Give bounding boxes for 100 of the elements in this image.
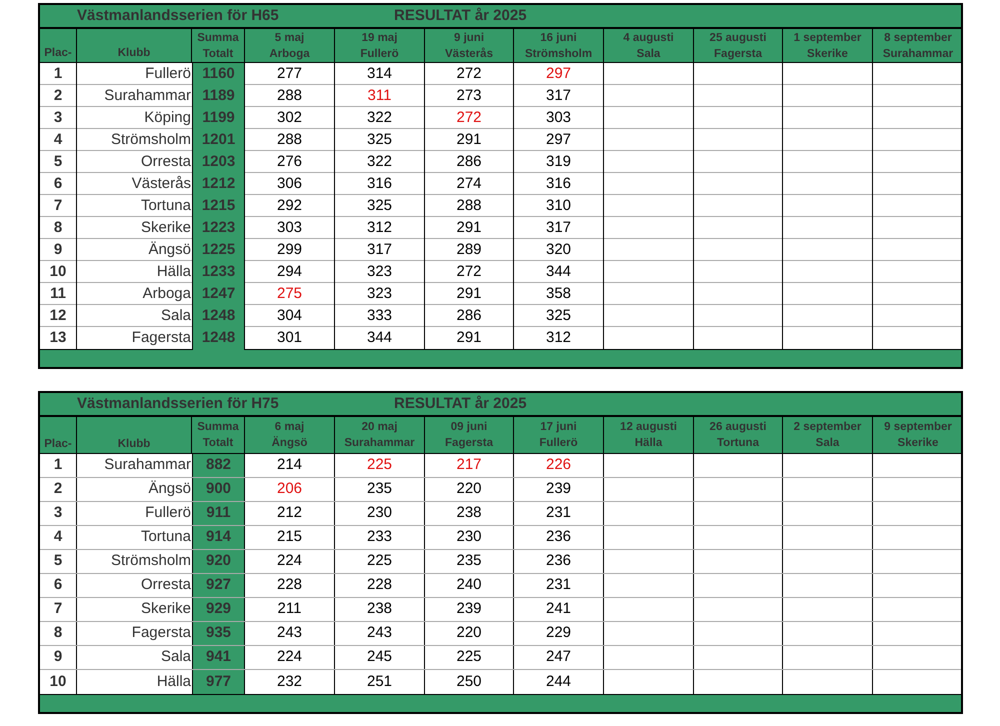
place-number: 10: [50, 262, 66, 282]
total-score: 1225: [202, 240, 236, 260]
round-venue: Tortuna: [717, 436, 759, 451]
round-score: 325: [366, 130, 392, 150]
round-venue: Fagersta: [714, 46, 762, 62]
round-score: 277: [276, 64, 302, 84]
table-subtitle: RESULTAT år 2025: [394, 6, 527, 26]
place-number: 10: [50, 672, 66, 692]
round-score: 225: [366, 455, 392, 476]
round-score: 212: [276, 503, 302, 524]
round-score: 238: [366, 599, 392, 620]
round-venue: Fullerö: [360, 46, 399, 62]
place-number: 9: [54, 647, 62, 668]
place-number: 3: [54, 503, 62, 524]
round-date: 20 maj: [362, 420, 398, 435]
round-score: 244: [546, 672, 572, 692]
total-score: 1233: [202, 262, 236, 282]
column-header: Klubb: [118, 437, 150, 452]
round-score: 243: [366, 623, 392, 644]
round-score: 231: [546, 575, 572, 596]
round-score: 311: [368, 86, 392, 106]
total-score: 941: [206, 647, 232, 668]
round-score: 225: [456, 647, 482, 668]
round-score: 228: [276, 575, 302, 596]
round-score: 272: [456, 64, 482, 84]
round-date: 9 september: [884, 420, 952, 435]
round-score: 275: [276, 284, 302, 304]
round-score: 288: [456, 196, 482, 216]
round-score: 303: [546, 108, 572, 128]
round-score: 310: [546, 196, 572, 216]
total-score: 929: [206, 599, 232, 620]
place-number: 3: [54, 108, 62, 128]
place-number: 2: [54, 86, 62, 106]
club-name: Västerås: [132, 174, 191, 194]
round-date: 2 september: [794, 420, 862, 435]
round-score: 344: [546, 262, 572, 282]
place-number: 4: [54, 527, 62, 548]
place-number: 1: [54, 455, 62, 476]
club-name: Arboga: [142, 284, 191, 304]
round-score: 323: [366, 262, 392, 282]
round-score: 302: [276, 108, 302, 128]
round-score: 220: [456, 623, 482, 644]
round-score: 304: [276, 306, 302, 326]
place-number: 7: [54, 196, 62, 216]
place-number: 13: [50, 328, 66, 348]
round-score: 316: [546, 174, 572, 194]
round-score: 317: [546, 86, 572, 106]
round-score: 299: [276, 240, 302, 260]
round-score: 325: [546, 306, 572, 326]
round-score: 272: [456, 108, 482, 128]
round-score: 291: [456, 328, 482, 348]
round-score: 238: [456, 503, 482, 524]
column-header: Plac-: [44, 437, 72, 452]
place-number: 12: [50, 306, 66, 326]
round-score: 288: [276, 86, 302, 106]
total-score: 1199: [202, 108, 235, 128]
round-venue: Sala: [816, 436, 840, 451]
round-score: 245: [366, 647, 392, 668]
round-score: 217: [456, 455, 482, 476]
total-score: 920: [206, 551, 232, 572]
total-score: 1248: [202, 328, 236, 348]
round-score: 286: [456, 152, 482, 172]
round-score: 229: [546, 623, 572, 644]
round-score: 235: [366, 479, 392, 500]
round-date: 1 september: [794, 30, 862, 46]
round-date: 12 augusti: [620, 420, 677, 435]
club-name: Tortuna: [140, 527, 191, 548]
round-score: 236: [546, 551, 572, 572]
round-score: 206: [276, 479, 302, 500]
club-name: Surahammar: [104, 86, 191, 106]
club-name: Ängsö: [148, 479, 191, 500]
club-name: Ängsö: [148, 240, 191, 260]
club-name: Orresta: [140, 575, 191, 596]
round-score: 312: [546, 328, 572, 348]
round-venue: Arboga: [269, 46, 310, 62]
round-score: 230: [456, 527, 482, 548]
round-venue: Fullerö: [539, 436, 578, 451]
club-name: Fagersta: [132, 328, 191, 348]
round-score: 291: [456, 284, 482, 304]
round-score: 235: [456, 551, 482, 572]
round-score: 250: [456, 672, 482, 692]
round-score: 297: [546, 64, 572, 84]
round-score: 228: [366, 575, 392, 596]
round-score: 243: [276, 623, 302, 644]
round-score: 251: [366, 672, 392, 692]
round-venue: Surahammar: [344, 436, 415, 451]
round-score: 241: [546, 599, 572, 620]
round-score: 323: [366, 284, 392, 304]
place-number: 11: [50, 284, 66, 304]
column-header: Summa: [197, 420, 239, 435]
round-date: 6 maj: [274, 420, 304, 435]
club-name: Sala: [160, 306, 191, 326]
round-score: 358: [546, 284, 572, 304]
place-number: 5: [54, 152, 62, 172]
column-header: Summa: [197, 30, 239, 46]
total-score: 927: [206, 575, 232, 596]
club-name: Fullerö: [145, 64, 191, 84]
club-name: Skerike: [140, 599, 191, 620]
round-score: 301: [276, 328, 302, 348]
column-header: Totalt: [202, 46, 234, 62]
